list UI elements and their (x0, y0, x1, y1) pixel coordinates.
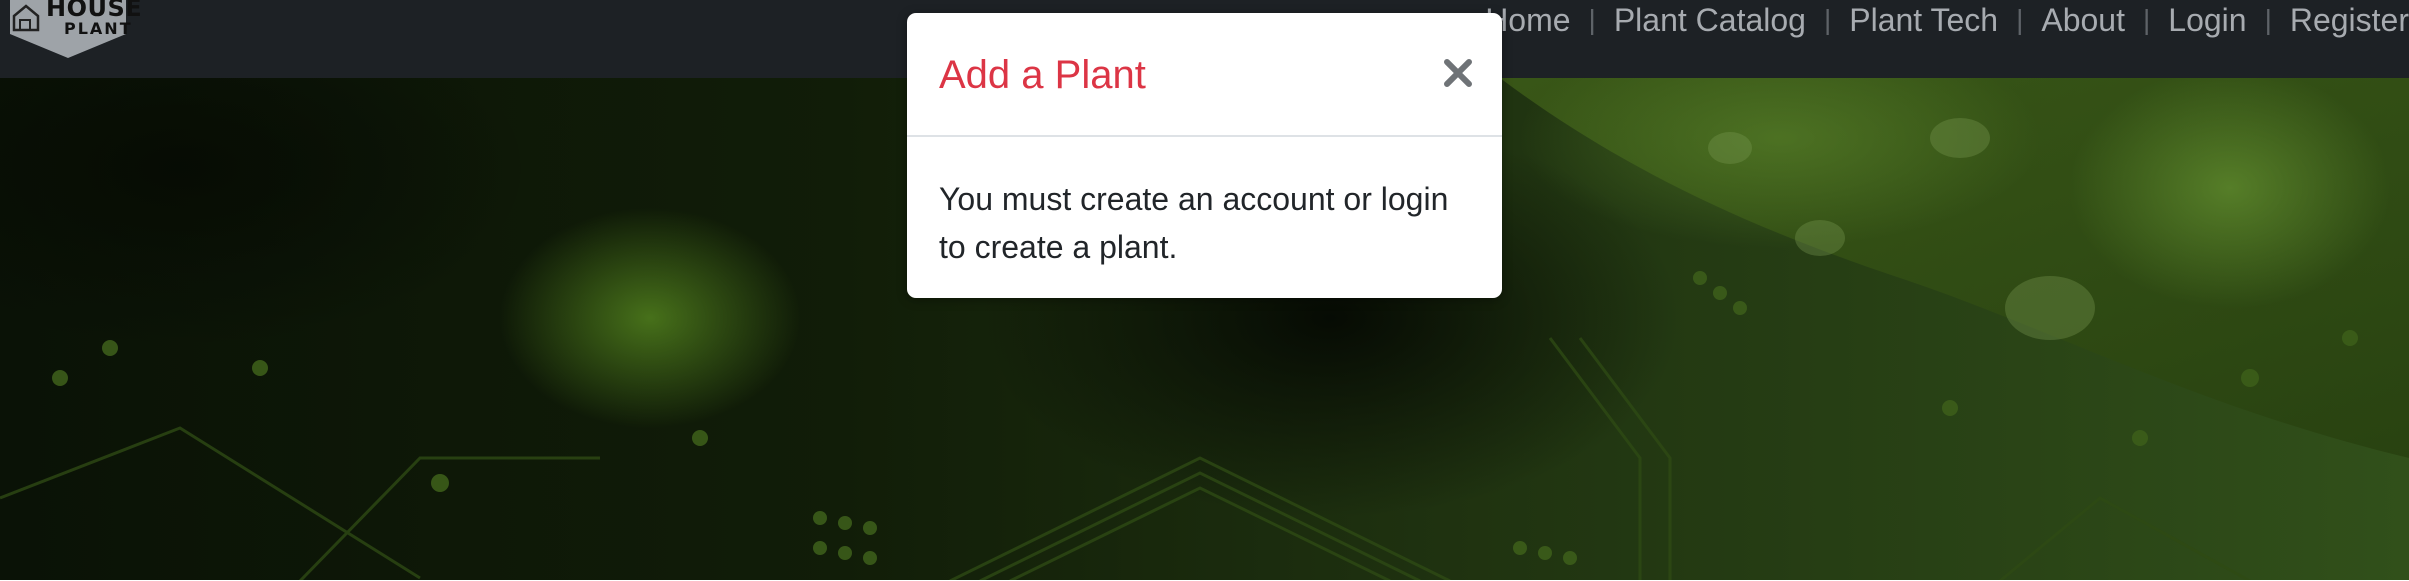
page: HOUSE PLANT Home | Plant Catalog | Plant… (0, 0, 2409, 581)
modal-message: You must create an account or login to c… (939, 181, 1449, 265)
nav-separator: | (2016, 4, 2024, 35)
brand-line1: HOUSE (46, 0, 143, 22)
nav-separator: | (2142, 4, 2151, 35)
nav-separator: | (1588, 4, 1596, 35)
close-icon (1444, 59, 1472, 87)
modal-body: You must create an account or login to c… (907, 137, 1502, 271)
nav-link-about[interactable]: About (2041, 2, 2125, 39)
nav-separator: | (2264, 4, 2272, 35)
main-nav: Home | Plant Catalog | Plant Tech | Abou… (1485, 0, 2409, 40)
nav-link-plant-tech[interactable]: Plant Tech (1849, 2, 1998, 39)
nav-link-plant-catalog[interactable]: Plant Catalog (1614, 2, 1806, 39)
brand-line2: PLANT (64, 19, 133, 38)
modal-close-button[interactable] (1436, 51, 1480, 95)
nav-link-login[interactable]: Login (2168, 2, 2246, 39)
add-plant-modal: Add a Plant You must create an account o… (907, 13, 1502, 298)
brand-wordmark: HOUSE PLANT (46, 0, 142, 37)
modal-title: Add a Plant (939, 53, 1146, 97)
nav-link-register[interactable]: Register (2290, 2, 2409, 39)
modal-header: Add a Plant (907, 13, 1502, 137)
brand-logo[interactable]: HOUSE PLANT (6, 0, 142, 60)
nav-separator: | (1823, 4, 1832, 35)
